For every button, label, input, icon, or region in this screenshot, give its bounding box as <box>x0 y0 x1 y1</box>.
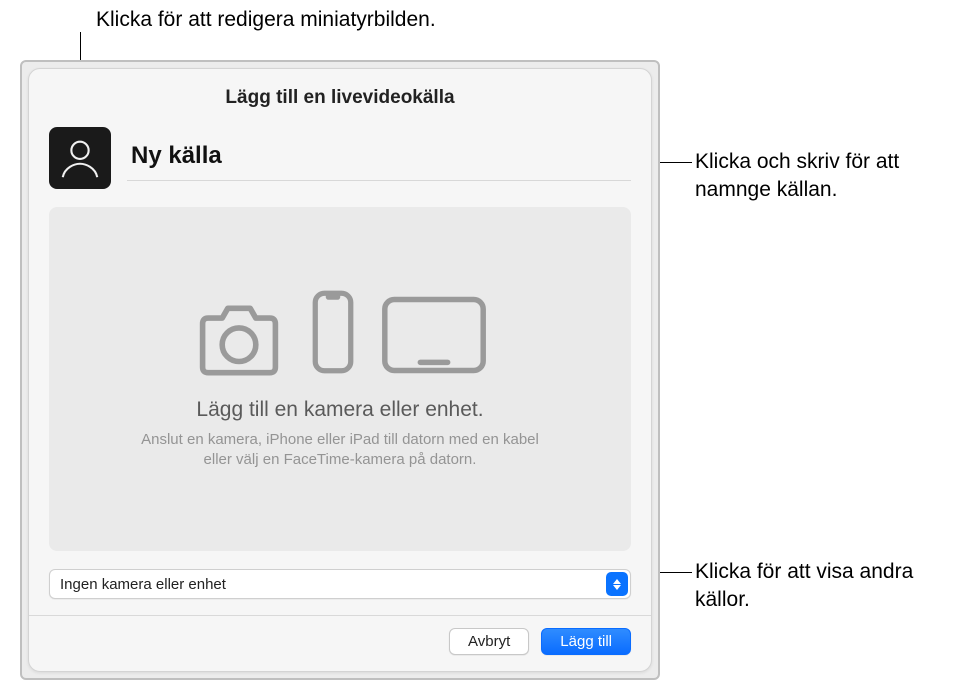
preview-heading: Lägg till en kamera eller enhet. <box>196 398 483 422</box>
callout-dropdown: Klicka för att visa andra källor. <box>695 558 935 615</box>
callout-name: Klicka och skriv för att namnge källan. <box>695 148 955 205</box>
thumbnail-edit-button[interactable] <box>49 127 111 189</box>
separator <box>29 615 651 616</box>
dropdown-selected-label: Ingen kamera eller enhet <box>60 576 226 593</box>
person-icon <box>57 135 103 181</box>
header-row <box>49 127 631 189</box>
camera-icon <box>190 298 288 376</box>
cancel-button[interactable]: Avbryt <box>449 628 529 655</box>
updown-arrows-icon <box>606 572 628 596</box>
tablet-icon <box>378 294 490 376</box>
dialog-frame: Lägg till en livevideokälla <box>20 60 660 680</box>
device-icons <box>190 288 490 376</box>
add-button[interactable]: Lägg till <box>541 628 631 655</box>
preview-area: Lägg till en kamera eller enhet. Anslut … <box>49 207 631 551</box>
camera-source-dropdown[interactable]: Ingen kamera eller enhet <box>49 569 631 599</box>
button-row: Avbryt Lägg till <box>49 628 631 655</box>
source-name-input[interactable] <box>127 136 631 181</box>
dialog-title: Lägg till en livevideokälla <box>49 87 631 109</box>
dialog: Lägg till en livevideokälla <box>28 68 652 672</box>
callout-thumbnail: Klicka för att redigera miniatyrbilden. <box>96 6 436 34</box>
preview-subtext: Anslut en kamera, iPhone eller iPad till… <box>130 430 550 471</box>
phone-icon <box>310 288 356 376</box>
